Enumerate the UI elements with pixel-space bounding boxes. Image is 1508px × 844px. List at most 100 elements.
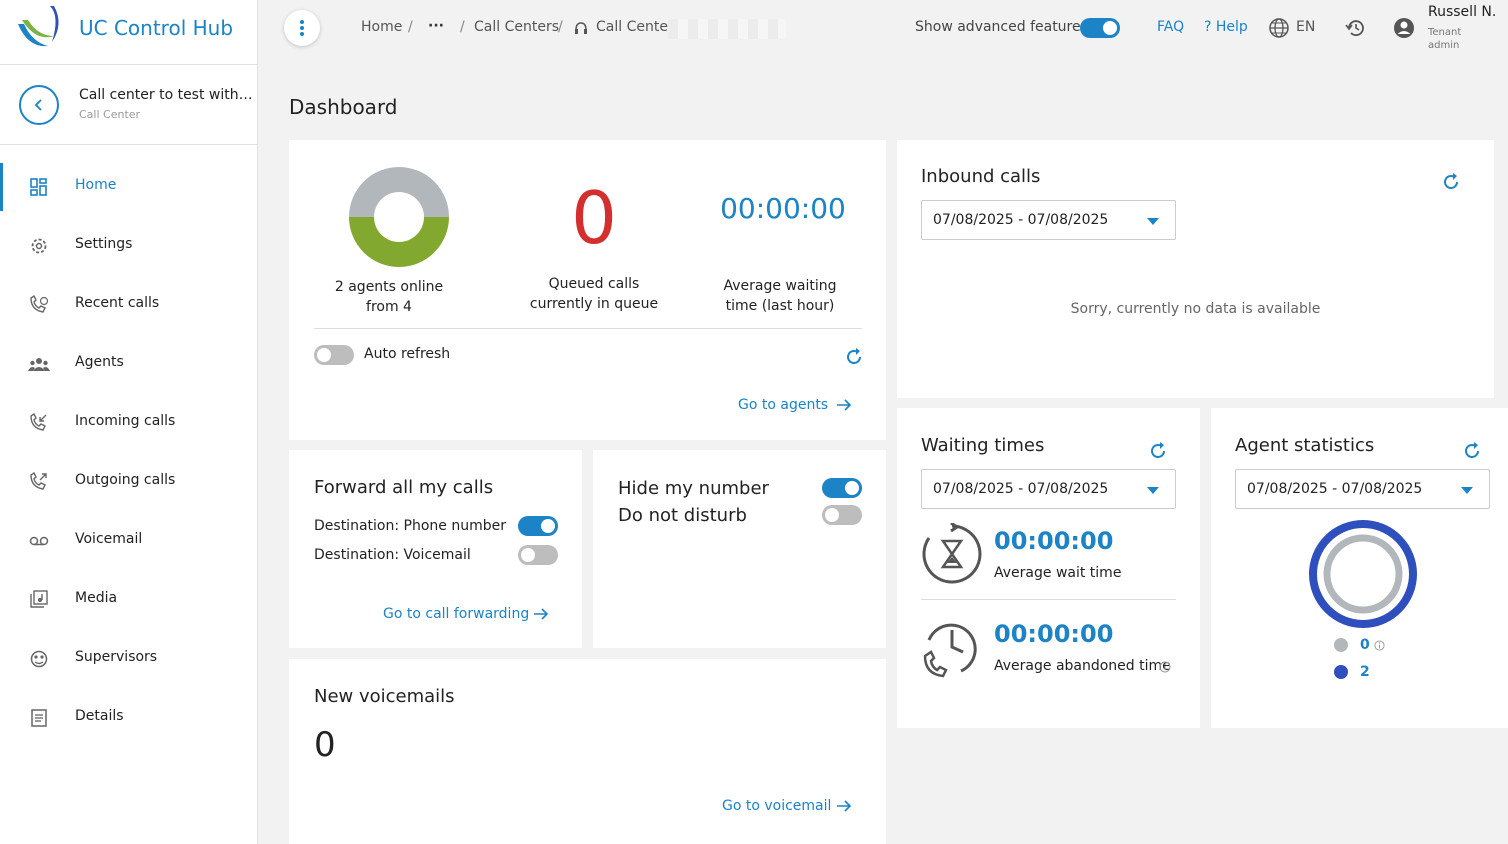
advanced-features-label: Show advanced features	[915, 19, 1088, 35]
call-center-type: Call Center	[79, 108, 141, 121]
queued-calls-text: Queued calls currently in queue	[514, 274, 674, 314]
breadcrumb-separator: /	[460, 19, 465, 35]
account-icon[interactable]	[1393, 17, 1415, 39]
avg-abandoned-label: Average abandoned time	[994, 658, 1171, 674]
refresh-icon[interactable]	[844, 347, 864, 367]
inbound-calls-card: Inbound calls 07/08/2025 - 07/08/2025 So…	[897, 140, 1494, 398]
queued-calls-line: currently in queue	[529, 296, 659, 312]
agent-stats-date-range-select[interactable]: 07/08/2025 - 07/08/2025	[1235, 469, 1490, 509]
date-range-value: 07/08/2025 - 07/08/2025	[933, 212, 1109, 228]
media-icon	[30, 590, 48, 608]
do-not-disturb-toggle[interactable]	[822, 505, 862, 525]
advanced-features-toggle[interactable]	[1080, 18, 1120, 38]
divider	[921, 599, 1176, 600]
new-voicemails-card: New voicemails 0 Go to voicemail	[289, 659, 886, 844]
inbound-date-range-select[interactable]: 07/08/2025 - 07/08/2025	[921, 200, 1176, 240]
auto-refresh-toggle[interactable]	[314, 345, 354, 365]
go-to-agents-link[interactable]: Go to agents	[738, 397, 828, 413]
hourglass-timer-icon	[922, 523, 982, 584]
agents-offline-segment	[349, 167, 449, 217]
avg-waiting-value: 00:00:00	[720, 192, 846, 225]
breadcrumb-home[interactable]: Home	[361, 19, 402, 35]
new-voicemails-title: New voicemails	[314, 686, 455, 707]
agents-online-donut	[349, 167, 449, 267]
abandoned-call-timer-icon	[923, 623, 977, 678]
destination-voicemail-toggle[interactable]	[518, 545, 558, 565]
agents-online-text: 2 agents online from 4	[309, 277, 469, 317]
hide-number-toggle[interactable]	[822, 478, 862, 498]
page-title: Dashboard	[289, 95, 398, 119]
avg-waiting-line: time (last hour)	[725, 298, 835, 314]
agents-online-line: 2 agents online	[334, 279, 444, 295]
avg-waiting-line: Average waiting	[723, 278, 837, 294]
breadcrumb-current: Call Center	[596, 19, 674, 35]
auto-refresh-label: Auto refresh	[364, 346, 451, 362]
refresh-icon[interactable]	[1148, 441, 1168, 461]
supervisor-icon	[30, 650, 48, 668]
sidebar-item-label: Details	[75, 708, 124, 724]
go-to-call-forwarding-link[interactable]: Go to call forwarding	[383, 606, 529, 622]
sidebar-item-label: Media	[75, 590, 118, 606]
faq-link[interactable]: FAQ	[1157, 19, 1184, 35]
breadcrumb-ellipsis[interactable]: ···	[424, 16, 448, 38]
sidebar-item-media[interactable]: Media	[0, 576, 258, 624]
avg-wait-value: 00:00:00	[994, 527, 1114, 555]
history-icon[interactable]	[1345, 17, 1367, 39]
sidebar-item-home[interactable]: Home	[0, 163, 258, 211]
user-role: admin	[1428, 40, 1460, 51]
waiting-times-title: Waiting times	[921, 435, 1045, 456]
breadcrumb-separator: /	[558, 19, 563, 35]
privacy-card: Hide my number Do not disturb	[593, 450, 886, 648]
voicemail-icon	[29, 536, 49, 546]
vertical-dots-icon	[300, 20, 304, 36]
date-range-value: 07/08/2025 - 07/08/2025	[1247, 481, 1423, 497]
sidebar-item-details[interactable]: Details	[0, 694, 258, 742]
caret-down-icon	[1147, 218, 1159, 225]
sidebar-item-label: Recent calls	[75, 295, 160, 311]
queued-calls-value: 0	[571, 176, 617, 260]
sidebar-item-label: Supervisors	[75, 649, 158, 665]
legend-dot	[1334, 665, 1348, 679]
redacted-name	[668, 19, 786, 39]
agent-statistics-title: Agent statistics	[1235, 435, 1375, 456]
arrow-right-icon	[837, 800, 852, 812]
sidebar: UC Control Hub Call center to test with …	[0, 0, 258, 844]
do-not-disturb-label: Do not disturb	[618, 505, 747, 526]
breadcrumb-separator: /	[408, 19, 413, 35]
waiting-date-range-select[interactable]: 07/08/2025 - 07/08/2025	[921, 469, 1176, 509]
caret-down-icon	[1147, 487, 1159, 494]
divider	[314, 328, 862, 329]
no-data-message: Sorry, currently no data is available	[1070, 301, 1321, 317]
sidebar-item-label: Settings	[75, 236, 133, 252]
language-selector[interactable]: EN	[1296, 19, 1315, 35]
help-link[interactable]: ? Help	[1204, 19, 1248, 35]
sidebar-item-incoming-calls[interactable]: Incoming calls	[0, 399, 258, 447]
sidebar-item-voicemail[interactable]: Voicemail	[0, 517, 258, 565]
forward-calls-title: Forward all my calls	[314, 477, 494, 498]
avg-wait-label: Average wait time	[994, 565, 1122, 581]
call-center-name: Call center to test with st...	[79, 87, 255, 103]
sidebar-item-recent-calls[interactable]: Recent calls	[0, 281, 258, 329]
sidebar-item-settings[interactable]: Settings	[0, 222, 258, 270]
user-name[interactable]: Russell N.	[1428, 4, 1496, 20]
destination-voicemail-label: Destination: Voicemail	[314, 547, 471, 563]
sidebar-item-label: Home	[75, 177, 117, 193]
globe-icon[interactable]	[1268, 17, 1290, 39]
sidebar-item-label: Incoming calls	[75, 413, 176, 429]
sidebar-item-supervisors[interactable]: Supervisors	[0, 635, 258, 683]
destination-phone-label: Destination: Phone number	[314, 518, 506, 534]
dashboard-icon	[30, 178, 47, 196]
go-to-voicemail-link[interactable]: Go to voicemail	[722, 798, 831, 814]
sidebar-item-outgoing-calls[interactable]: Outgoing calls	[0, 458, 258, 506]
back-button[interactable]	[19, 85, 59, 125]
destination-phone-toggle[interactable]	[518, 516, 558, 536]
more-menu-button[interactable]	[284, 10, 320, 46]
info-icon[interactable]	[1374, 640, 1385, 651]
phone-history-icon	[30, 295, 49, 313]
refresh-icon[interactable]	[1462, 441, 1482, 461]
refresh-icon[interactable]	[1441, 172, 1461, 192]
info-icon[interactable]	[1159, 661, 1171, 673]
sidebar-item-agents[interactable]: Agents	[0, 340, 258, 388]
legend-dot	[1334, 638, 1348, 652]
breadcrumb-call-centers[interactable]: Call Centers	[474, 19, 559, 35]
